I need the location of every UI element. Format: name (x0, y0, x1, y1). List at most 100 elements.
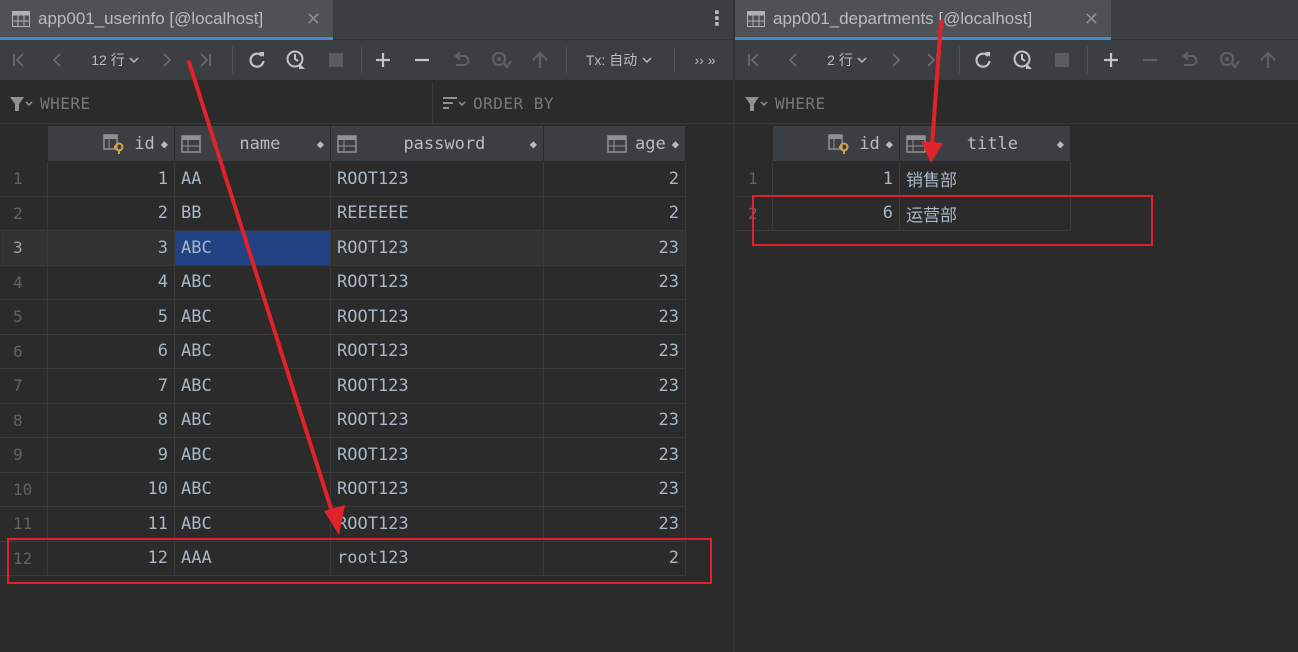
add-row-icon[interactable] (1100, 49, 1122, 71)
sort-icon[interactable]: ◆ (1057, 137, 1064, 151)
cell-password[interactable]: ROOT123 (330, 471, 544, 507)
column-header-password[interactable]: password ◆ (330, 125, 544, 162)
row-number[interactable]: 12 (0, 540, 48, 576)
cell-name-selected[interactable]: ABC (174, 230, 331, 266)
stop-icon[interactable] (325, 49, 347, 71)
column-header-title[interactable]: title ◆ (899, 125, 1071, 162)
cell-id[interactable]: 7 (47, 368, 175, 404)
cell-name[interactable]: ABC (174, 437, 331, 473)
stop-icon[interactable] (1051, 49, 1073, 71)
row-number[interactable]: 9 (0, 437, 48, 473)
cell-password[interactable]: ROOT123 (330, 368, 544, 404)
cell-name[interactable]: ABC (174, 368, 331, 404)
table-row[interactable]: 2 6 运营部 (735, 195, 1071, 231)
cell-id[interactable]: 12 (47, 540, 175, 576)
last-page-icon[interactable] (194, 49, 216, 71)
sort-icon[interactable]: ◆ (672, 137, 679, 151)
table-row[interactable]: 8 8 ABC ROOT123 23 (0, 402, 686, 438)
table-row[interactable]: 10 10 ABC ROOT123 23 (0, 471, 686, 507)
table-row[interactable]: 1 1 销售部 (735, 161, 1071, 197)
cell-name[interactable]: BB (174, 195, 331, 231)
cell-name[interactable]: ABC (174, 333, 331, 369)
cell-id[interactable]: 10 (47, 471, 175, 507)
row-number[interactable]: 2 (0, 195, 48, 231)
table-row[interactable]: 1 1 AA ROOT123 2 (0, 161, 686, 197)
cell-age[interactable]: 23 (543, 264, 686, 300)
cell-name[interactable]: ABC (174, 506, 331, 542)
table-row[interactable]: 5 5 ABC ROOT123 23 (0, 299, 686, 335)
cell-password[interactable]: ROOT123 (330, 333, 544, 369)
row-number[interactable]: 5 (0, 299, 48, 335)
table-row[interactable]: 6 6 ABC ROOT123 23 (0, 333, 686, 369)
cell-id[interactable]: 3 (47, 230, 175, 266)
cell-age[interactable]: 23 (543, 437, 686, 473)
cell-age[interactable]: 2 (543, 195, 686, 231)
first-page-icon[interactable] (8, 49, 30, 71)
refresh-icon[interactable] (971, 49, 995, 71)
column-header-id[interactable]: id ◆ (47, 125, 175, 162)
cell-id[interactable]: 2 (47, 195, 175, 231)
cell-age[interactable]: 23 (543, 368, 686, 404)
sort-icon[interactable]: ◆ (530, 137, 537, 151)
delete-row-icon[interactable] (411, 49, 433, 71)
sort-icon[interactable]: ◆ (886, 137, 893, 151)
cell-id[interactable]: 11 (47, 506, 175, 542)
cell-password[interactable]: ROOT123 (330, 506, 544, 542)
cell-password[interactable]: root123 (330, 540, 544, 576)
row-number[interactable]: 7 (0, 368, 48, 404)
view-query-icon[interactable] (1217, 49, 1241, 71)
previous-page-icon[interactable] (782, 49, 804, 71)
more-options-icon[interactable]: ⋮ (707, 8, 727, 28)
cell-id[interactable]: 6 (47, 333, 175, 369)
cell-id[interactable]: 5 (47, 299, 175, 335)
column-header-age[interactable]: age ◆ (543, 125, 686, 162)
cell-age[interactable]: 23 (543, 333, 686, 369)
close-tab-icon[interactable]: ✕ (306, 9, 321, 30)
refresh-icon[interactable] (245, 49, 269, 71)
delete-row-icon[interactable] (1139, 49, 1161, 71)
row-number[interactable]: 1 (0, 161, 48, 197)
history-icon[interactable] (1010, 49, 1036, 71)
cell-id[interactable]: 1 (772, 161, 900, 197)
table-row[interactable]: 4 4 ABC ROOT123 23 (0, 264, 686, 300)
row-number[interactable]: 11 (0, 506, 48, 542)
view-query-icon[interactable] (489, 49, 513, 71)
submit-icon[interactable] (1257, 49, 1279, 71)
cell-title[interactable]: 运营部 (899, 195, 1071, 231)
cell-password[interactable]: REEEEEE (330, 195, 544, 231)
cell-password[interactable]: ROOT123 (330, 230, 544, 266)
cell-age[interactable]: 23 (543, 471, 686, 507)
cell-age[interactable]: 2 (543, 540, 686, 576)
cell-password[interactable]: ROOT123 (330, 437, 544, 473)
order-by-input[interactable]: ORDER BY (443, 94, 554, 113)
previous-page-icon[interactable] (46, 49, 68, 71)
submit-icon[interactable] (529, 49, 551, 71)
table-row[interactable]: 2 2 BB REEEEEE 2 (0, 195, 686, 231)
cell-id[interactable]: 1 (47, 161, 175, 197)
cell-name[interactable]: ABC (174, 471, 331, 507)
cell-name[interactable]: AAA (174, 540, 331, 576)
cell-name[interactable]: ABC (174, 264, 331, 300)
row-number[interactable]: 1 (735, 161, 773, 197)
cell-password[interactable]: ROOT123 (330, 402, 544, 438)
column-header-id[interactable]: id ◆ (772, 125, 900, 162)
where-filter-input[interactable]: WHERE (10, 94, 91, 113)
table-row[interactable]: 12 12 AAA root123 2 (0, 540, 686, 576)
row-number[interactable]: 6 (0, 333, 48, 369)
cell-name[interactable]: ABC (174, 299, 331, 335)
row-number[interactable]: 8 (0, 402, 48, 438)
row-number[interactable]: 10 (0, 471, 48, 507)
cell-name[interactable]: AA (174, 161, 331, 197)
row-number[interactable]: 4 (0, 264, 48, 300)
row-number[interactable]: 2 (735, 195, 773, 231)
cell-age[interactable]: 2 (543, 161, 686, 197)
first-page-icon[interactable] (743, 49, 765, 71)
column-header-name[interactable]: name ◆ (174, 125, 331, 162)
table-row[interactable]: 7 7 ABC ROOT123 23 (0, 368, 686, 404)
cell-id[interactable]: 8 (47, 402, 175, 438)
cell-age[interactable]: 23 (543, 402, 686, 438)
tab-app001-userinfo[interactable]: app001_userinfo [@localhost] ✕ (0, 0, 333, 40)
sort-icon[interactable]: ◆ (161, 137, 168, 151)
table-row[interactable]: 9 9 ABC ROOT123 23 (0, 437, 686, 473)
history-icon[interactable] (283, 49, 309, 71)
